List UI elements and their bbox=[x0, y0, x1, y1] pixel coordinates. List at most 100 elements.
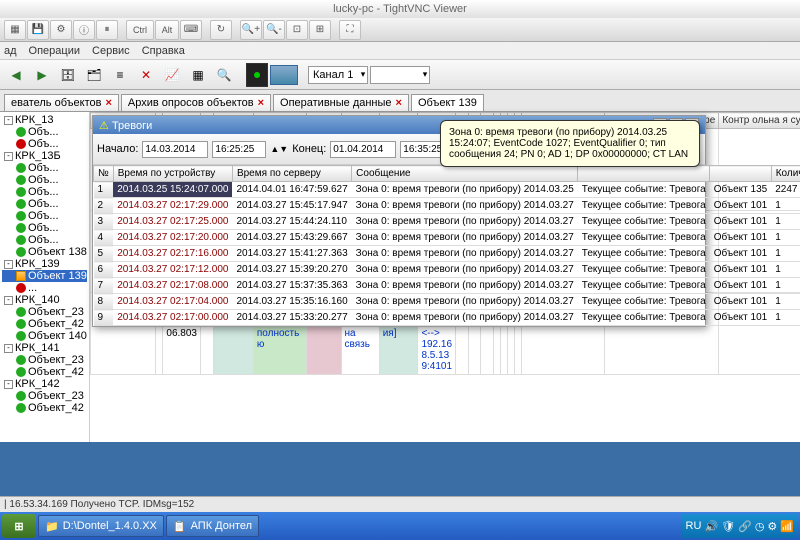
start-time-input[interactable] bbox=[212, 141, 266, 158]
alarm-row[interactable]: 22014.03.27 02:17:29.0002014.03.27 15:45… bbox=[94, 198, 800, 214]
expand-icon[interactable]: - bbox=[4, 296, 13, 305]
column-header[interactable]: Время по устройству bbox=[113, 166, 232, 182]
tree-node[interactable]: Объект_23 bbox=[2, 390, 87, 402]
tray-icon[interactable]: 📶 bbox=[780, 520, 794, 533]
table-icon[interactable]: ▦ bbox=[186, 63, 210, 87]
tree-node[interactable]: Объ... bbox=[2, 186, 87, 198]
tree-node[interactable]: -КРК_13Б bbox=[2, 150, 87, 162]
tab-operational[interactable]: Оперативные данные× bbox=[273, 94, 409, 111]
close-icon[interactable]: × bbox=[105, 97, 111, 109]
taskbar-item-app[interactable]: 📋 АПК Донтел bbox=[166, 515, 259, 537]
zoom-in-icon[interactable]: 🔍+ bbox=[240, 20, 262, 40]
tree-node[interactable]: -КРК_13 bbox=[2, 114, 87, 126]
db-icon[interactable]: 🗄 bbox=[56, 63, 80, 87]
alarm-row[interactable]: 72014.03.27 02:17:08.0002014.03.27 15:37… bbox=[94, 278, 800, 294]
menu-help[interactable]: Справка bbox=[142, 45, 185, 57]
alarm-row[interactable]: 82014.03.27 02:17:04.0002014.03.27 15:35… bbox=[94, 294, 800, 310]
zoom-fit-icon[interactable]: ⊞ bbox=[309, 20, 331, 40]
tray-icon[interactable]: 🔊 bbox=[704, 520, 718, 533]
tree-node[interactable]: Объект 139 bbox=[2, 270, 87, 282]
tree-node[interactable]: -КРК_139 bbox=[2, 258, 87, 270]
close-icon[interactable]: × bbox=[396, 97, 402, 109]
zoom-100-icon[interactable]: ⊡ bbox=[286, 20, 308, 40]
menu-operations[interactable]: Операции bbox=[29, 45, 80, 57]
menu-service[interactable]: Сервис bbox=[92, 45, 130, 57]
tree-node[interactable]: Объ... bbox=[2, 234, 87, 246]
tree-node[interactable]: Объект_42 bbox=[2, 318, 87, 330]
language-indicator[interactable]: RU bbox=[686, 520, 702, 532]
tree-node[interactable]: Объ... bbox=[2, 126, 87, 138]
alarm-row[interactable]: 62014.03.27 02:17:12.0002014.03.27 15:39… bbox=[94, 262, 800, 278]
alarms-table[interactable]: №Время по устройствуВремя по серверуСооб… bbox=[93, 165, 800, 326]
expand-icon[interactable]: - bbox=[4, 380, 13, 389]
end-date-input[interactable] bbox=[330, 141, 396, 158]
tree-node[interactable]: -КРК_142 bbox=[2, 378, 87, 390]
column-header[interactable] bbox=[710, 166, 772, 182]
close-icon[interactable]: × bbox=[258, 97, 264, 109]
list-icon[interactable]: ≡ bbox=[108, 63, 132, 87]
tree-node[interactable]: Объ... bbox=[2, 174, 87, 186]
refresh-icon[interactable]: ↻ bbox=[210, 20, 232, 40]
tree-node[interactable]: Объ... bbox=[2, 138, 87, 150]
cards-icon[interactable]: 🗂 bbox=[82, 63, 106, 87]
pause-icon[interactable]: ⏸ bbox=[96, 20, 118, 40]
chart-icon[interactable]: 📈 bbox=[160, 63, 184, 87]
ctrl-key-button[interactable]: Ctrl bbox=[126, 20, 154, 40]
tree-node[interactable]: Объ... bbox=[2, 222, 87, 234]
cell: Зона 0: время тревоги (по прибору) 2014.… bbox=[352, 262, 578, 278]
tree-node[interactable]: Объ... bbox=[2, 210, 87, 222]
tray-icon[interactable]: 🔗 bbox=[738, 520, 752, 533]
column-header[interactable] bbox=[578, 166, 710, 182]
forward-icon[interactable]: ▶ bbox=[30, 63, 54, 87]
tree-node[interactable]: ... bbox=[2, 282, 87, 294]
channel-dropdown[interactable]: Канал 1 bbox=[308, 66, 368, 84]
start-date-input[interactable] bbox=[142, 141, 208, 158]
tree-node[interactable]: -КРК_140 bbox=[2, 294, 87, 306]
tree-node[interactable]: Объект_42 bbox=[2, 402, 87, 414]
delete-icon[interactable]: ✕ bbox=[134, 63, 158, 87]
expand-icon[interactable]: - bbox=[4, 116, 13, 125]
column-header[interactable]: Количе bbox=[771, 166, 800, 182]
search-icon[interactable]: 🔍 bbox=[212, 63, 236, 87]
taskbar-item-explorer[interactable]: 📁 D:\Dontel_1.4.0.XX bbox=[38, 515, 164, 537]
tray-icon[interactable]: ⚙ bbox=[767, 520, 777, 533]
tree-node[interactable]: Объект 138 bbox=[2, 246, 87, 258]
tree-node[interactable]: Объект_42 bbox=[2, 366, 87, 378]
object-tree[interactable]: -КРК_13Объ...Объ...-КРК_13БОбъ...Объ...О… bbox=[0, 112, 90, 442]
zoom-out-icon[interactable]: 🔍- bbox=[263, 20, 285, 40]
tray-icon[interactable]: 🛡 bbox=[721, 520, 735, 533]
channel2-dropdown[interactable] bbox=[370, 66, 430, 84]
save-icon[interactable]: 💾 bbox=[27, 20, 49, 40]
column-header[interactable]: Контр ольна я сумма дл иск bbox=[719, 113, 800, 129]
tab-objects-browser[interactable]: еватель объектов× bbox=[4, 94, 119, 111]
start-button[interactable]: ⊞ bbox=[2, 514, 36, 538]
info-icon[interactable]: ⓘ bbox=[73, 20, 95, 40]
new-connection-icon[interactable]: ▦ bbox=[4, 20, 26, 40]
back-icon[interactable]: ◀ bbox=[4, 63, 28, 87]
tree-node[interactable]: Объ... bbox=[2, 162, 87, 174]
tab-archive[interactable]: Архив опросов объектов× bbox=[121, 94, 271, 111]
column-header[interactable]: Время по серверу bbox=[232, 166, 351, 182]
expand-icon[interactable]: - bbox=[4, 344, 13, 353]
tree-node[interactable]: Объект_23 bbox=[2, 354, 87, 366]
tab-object-139[interactable]: Объект 139 bbox=[411, 94, 484, 111]
column-header[interactable]: № bbox=[94, 166, 114, 182]
alarm-row[interactable]: 12014.03.25 15:24:07.0002014.04.01 16:47… bbox=[94, 182, 800, 198]
fullscreen-icon[interactable]: ⛶ bbox=[339, 20, 361, 40]
expand-icon[interactable]: - bbox=[4, 152, 13, 161]
menu-ad[interactable]: ад bbox=[4, 45, 17, 57]
column-header[interactable]: Сообщение bbox=[352, 166, 578, 182]
options-icon[interactable]: ⚙ bbox=[50, 20, 72, 40]
alt-key-button[interactable]: Alt bbox=[155, 20, 179, 40]
expand-icon[interactable]: - bbox=[4, 260, 13, 269]
tree-node[interactable]: -КРК_141 bbox=[2, 342, 87, 354]
alarm-row[interactable]: 32014.03.27 02:17:25.0002014.03.27 15:44… bbox=[94, 214, 800, 230]
tray-icon[interactable]: ◷ bbox=[755, 520, 765, 533]
cad-icon[interactable]: ⌨ bbox=[180, 20, 202, 40]
tree-node[interactable]: Объект 140 bbox=[2, 330, 87, 342]
tree-node[interactable]: Объ... bbox=[2, 198, 87, 210]
alarm-row[interactable]: 92014.03.27 02:17:00.0002014.03.27 15:33… bbox=[94, 310, 800, 326]
alarm-row[interactable]: 52014.03.27 02:17:16.0002014.03.27 15:41… bbox=[94, 246, 800, 262]
tree-node[interactable]: Объект_23 bbox=[2, 306, 87, 318]
alarm-row[interactable]: 42014.03.27 02:17:20.0002014.03.27 15:43… bbox=[94, 230, 800, 246]
